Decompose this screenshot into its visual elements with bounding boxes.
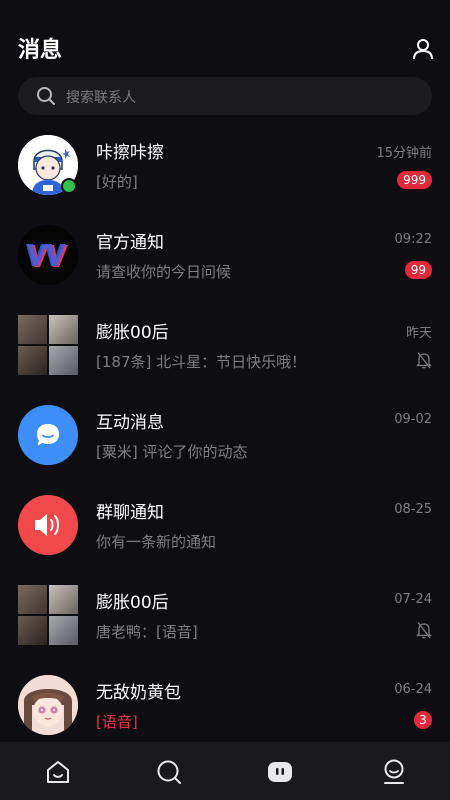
conversation-preview: [187条] 北斗星：节日快乐哦！ (96, 353, 307, 371)
conversation-name: 无敌奶黄包 (96, 683, 181, 703)
conversation-preview: 你有一条新的通知 (96, 533, 217, 551)
vv-logo-avatar[interactable] (18, 225, 78, 285)
search-input[interactable]: 搜索联系人 (18, 77, 432, 115)
search-placeholder: 搜索联系人 (66, 90, 136, 106)
search-icon (37, 87, 55, 105)
conversation-preview: 请查收你的今日问候 (96, 263, 232, 281)
message-icon[interactable] (266, 758, 294, 786)
profile-icon[interactable] (380, 758, 408, 786)
conversation-time: 15分钟前 (376, 146, 432, 161)
conversation-name: 群聊通知 (96, 503, 164, 523)
search-icon[interactable] (155, 758, 183, 786)
conversation-time: 昨天 (405, 326, 432, 341)
mute-bell-icon (416, 352, 432, 369)
conversation-time: 07-24 (394, 592, 432, 607)
conversation-name: 膨胀00后 (96, 323, 169, 343)
group-photo-avatar[interactable] (18, 315, 78, 375)
group-photo-avatar[interactable] (18, 585, 78, 645)
list-item[interactable]: 膨胀00后 唐老鸭：[语音] 07-24 (0, 578, 450, 668)
list-item[interactable]: 群聊通知 你有一条新的通知 08-25 (0, 488, 450, 578)
conversation-name: 膨胀00后 (96, 593, 169, 613)
conversation-name: 咔擦咔擦 (96, 143, 164, 163)
header: 消息 (0, 0, 450, 72)
conversation-time: 06-24 (394, 682, 432, 697)
list-item[interactable]: 膨胀00后 [187条] 北斗星：节日快乐哦！ 昨天 (0, 308, 450, 398)
bottom-tab-bar (0, 742, 450, 800)
conversation-time: 09:22 (394, 232, 432, 247)
conversation-name: 互动消息 (96, 413, 164, 433)
conversation-preview: [语音] (96, 713, 138, 731)
list-item[interactable]: 互动消息 [粟米] 评论了你的动态 09-02 (0, 398, 450, 488)
anime-girl-avatar[interactable] (18, 675, 78, 735)
conversation-time: 09-02 (394, 412, 432, 427)
online-indicator (61, 178, 77, 194)
unread-badge: 999 (397, 171, 432, 189)
conversation-preview: [好的] (96, 173, 138, 191)
speaker-avatar[interactable] (18, 495, 78, 555)
conversation-list: 咔擦咔擦 [好的] 15分钟前 999 官方通知 请查收你的今日问候 09:22… (0, 128, 450, 758)
unread-badge: 99 (404, 261, 432, 279)
unread-badge: 3 (414, 711, 432, 729)
list-item[interactable]: 官方通知 请查收你的今日问候 09:22 99 (0, 218, 450, 308)
conversation-time: 08-25 (394, 502, 432, 517)
mute-bell-icon (416, 622, 432, 639)
conversation-preview: [粟米] 评论了你的动态 (96, 443, 248, 461)
list-item[interactable]: 咔擦咔擦 [好的] 15分钟前 999 (0, 128, 450, 218)
conversation-preview: 唐老鸭：[语音] (96, 623, 198, 641)
page-title: 消息 (18, 38, 63, 63)
person-icon[interactable] (412, 38, 434, 60)
chat-bubble-avatar[interactable] (18, 405, 78, 465)
home-icon[interactable] (44, 758, 72, 786)
conversation-name: 官方通知 (96, 233, 164, 253)
